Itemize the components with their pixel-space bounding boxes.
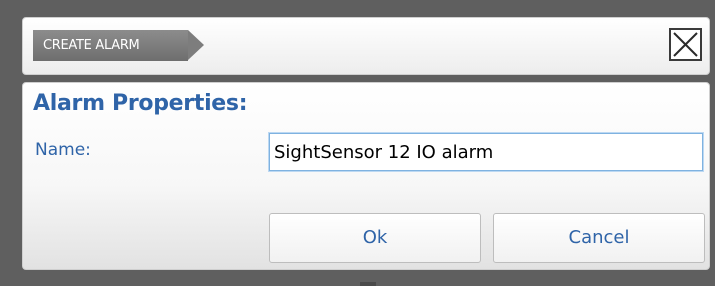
breadcrumb: CREATE ALARM: [33, 30, 204, 61]
cancel-button[interactable]: Cancel: [493, 213, 705, 263]
dialog-header: CREATE ALARM: [22, 17, 710, 75]
ok-button[interactable]: Ok: [269, 213, 481, 263]
name-label: Name:: [35, 140, 91, 160]
resize-handle: [360, 282, 376, 286]
close-button[interactable]: [669, 28, 702, 61]
section-title: Alarm Properties:: [33, 91, 248, 116]
alarm-properties-panel: Alarm Properties: Name: Ok Cancel: [22, 82, 710, 270]
name-input[interactable]: [269, 133, 703, 171]
create-alarm-dialog: CREATE ALARM Alarm Properties: Name: Ok …: [0, 0, 715, 286]
close-x-icon: [673, 32, 698, 57]
